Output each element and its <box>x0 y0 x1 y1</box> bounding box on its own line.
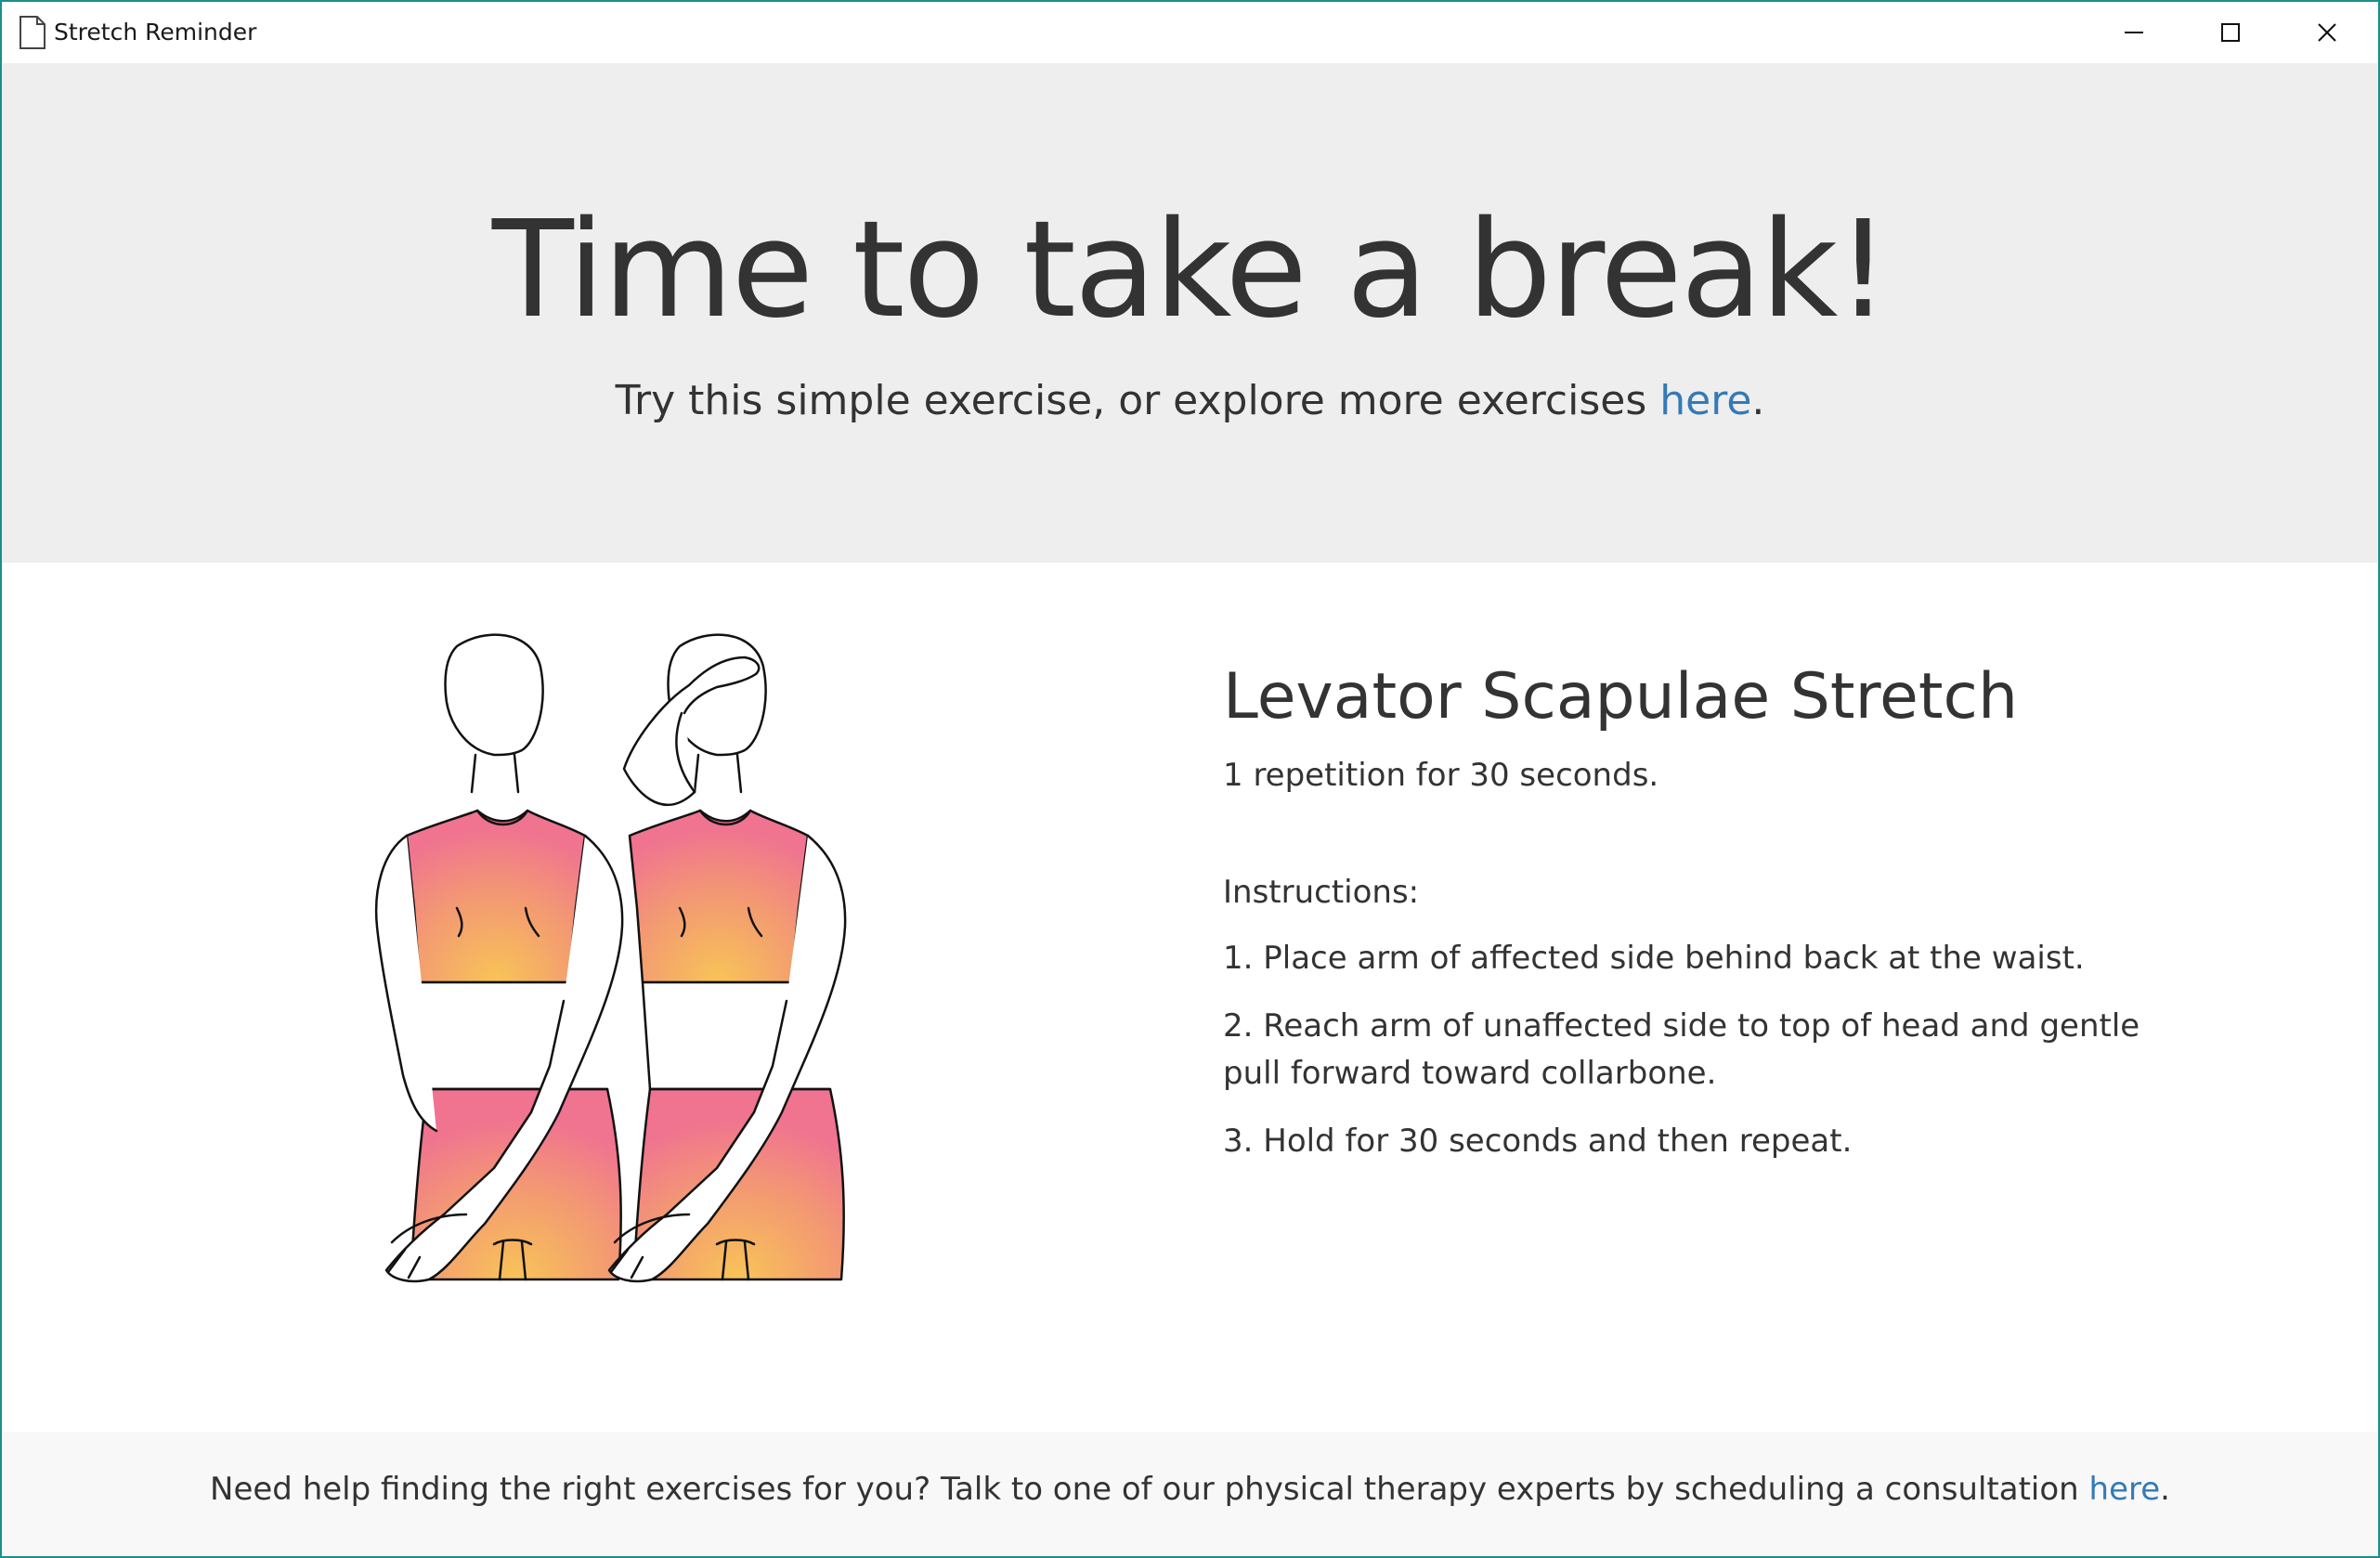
app-window: Stretch Reminder Time to take a break! T… <box>0 0 2380 1558</box>
exercise-illustration <box>374 633 847 1283</box>
window-title: Stretch Reminder <box>54 19 257 45</box>
hero-subtitle: Try this simple exercise, or explore mor… <box>2 377 2378 424</box>
maximize-button[interactable] <box>2182 2 2279 63</box>
footer: Need help finding the right exercises fo… <box>2 1432 2378 1556</box>
minimize-button[interactable] <box>2086 2 2182 63</box>
hero-subtitle-period: . <box>1751 377 1765 424</box>
instruction-step: 1. Place arm of affected side behind bac… <box>1223 939 2085 977</box>
maximize-icon <box>2221 23 2240 42</box>
consultation-link[interactable]: here <box>2089 1471 2161 1508</box>
close-button[interactable] <box>2279 2 2375 63</box>
hero-banner: Time to take a break! Try this simple ex… <box>2 63 2378 563</box>
document-icon <box>20 16 46 49</box>
minimize-icon <box>2125 32 2143 33</box>
instruction-step: 2. Reach arm of unaffected side to top o… <box>1223 1006 2140 1092</box>
instructions-list: 1. Place arm of affected side behind bac… <box>1223 935 2152 1165</box>
figure-arm-behind-back <box>374 633 624 1283</box>
footer-note: Need help finding the right exercises fo… <box>2 1471 2378 1508</box>
footer-period: . <box>2160 1471 2170 1508</box>
figure-hand-on-head <box>607 633 847 1283</box>
instruction-step: 3. Hold for 30 seconds and then repeat. <box>1223 1122 1853 1160</box>
exercise-details: Levator Scapulae Stretch 1 repetition fo… <box>1223 660 2152 1186</box>
exercise-name: Levator Scapulae Stretch <box>1223 660 2019 734</box>
explore-exercises-link[interactable]: here <box>1659 377 1751 424</box>
title-bar: Stretch Reminder <box>2 2 2378 63</box>
instructions-label: Instructions: <box>1223 873 1420 911</box>
close-icon <box>2318 23 2336 42</box>
exercise-repetitions: 1 repetition for 30 seconds. <box>1223 756 1659 794</box>
hero-subtitle-text: Try this simple exercise, or explore mor… <box>615 377 1660 424</box>
footer-text: Need help finding the right exercises fo… <box>210 1471 2089 1508</box>
page-title: Time to take a break! <box>491 191 1890 347</box>
